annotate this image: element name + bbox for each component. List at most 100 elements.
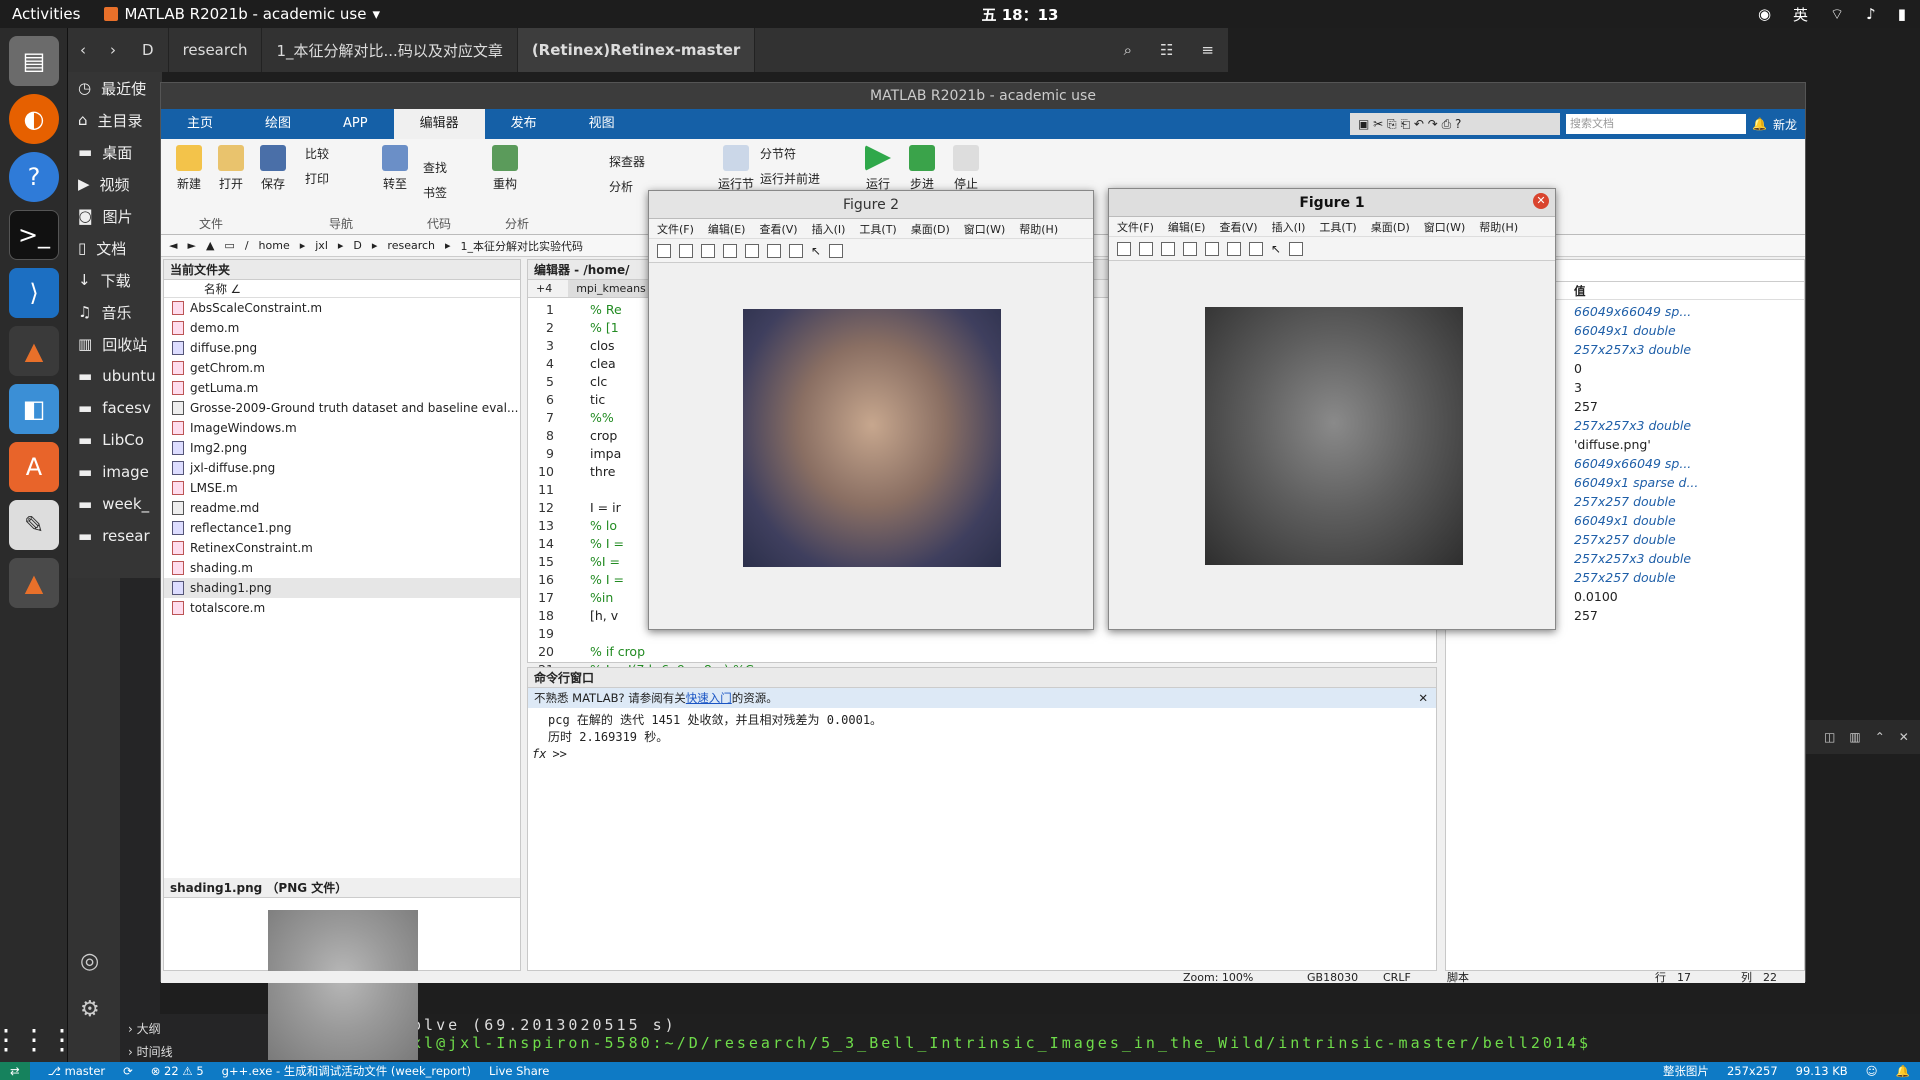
- tab-view[interactable]: 视图: [563, 109, 641, 139]
- sidebar-item-recent[interactable]: ◷ 最近使: [68, 72, 162, 104]
- hidden-tabs-count[interactable]: +4: [536, 280, 552, 297]
- path-tab-retinex[interactable]: (Retinex)Retinex-master: [517, 28, 756, 72]
- volume-icon[interactable]: ♪: [1866, 5, 1876, 23]
- menu-insert[interactable]: 插入(I): [1272, 219, 1306, 235]
- workspace-value[interactable]: 3: [1566, 378, 1804, 397]
- workspace-value[interactable]: 66049x66049 sp...: [1566, 302, 1804, 321]
- file-row[interactable]: getLuma.m: [164, 378, 520, 398]
- menu-help[interactable]: 帮助(H): [1019, 221, 1058, 237]
- workspace-value[interactable]: 257: [1566, 606, 1804, 625]
- file-row[interactable]: jxl-diffuse.png: [164, 458, 520, 478]
- section-break-button[interactable]: 分节符: [760, 145, 854, 162]
- sidebar-item-pictures[interactable]: ◙ 图片: [68, 200, 162, 232]
- property-editor-icon[interactable]: [1289, 241, 1304, 256]
- workspace-value[interactable]: 66049x1 double: [1566, 321, 1804, 340]
- image-view-mode[interactable]: 整张图片: [1663, 1063, 1709, 1079]
- legend-icon[interactable]: [1249, 241, 1263, 256]
- sidebar-item-ubuntu[interactable]: ▬ ubuntu: [68, 360, 162, 392]
- command-output[interactable]: pcg 在解的 迭代 1451 处收敛，并且相对残差为 0.0001。 历时 2…: [528, 708, 1436, 763]
- workspace-value[interactable]: 257: [1566, 397, 1804, 416]
- menu-edit[interactable]: 编辑(E): [708, 221, 746, 237]
- quick-start-link[interactable]: 快速入门: [686, 691, 732, 705]
- matlab-running-icon[interactable]: ▲: [9, 558, 59, 608]
- text-editor-icon[interactable]: ✎: [9, 500, 59, 550]
- feedback-icon[interactable]: ☺: [1866, 1064, 1878, 1078]
- editor-tab[interactable]: mpi_kmeans: [568, 280, 654, 297]
- path-tab-d[interactable]: D: [128, 28, 169, 72]
- menu-window[interactable]: 窗口(W): [964, 221, 1005, 237]
- stop-button[interactable]: 停止: [946, 145, 986, 192]
- run-section-button[interactable]: 运行节: [716, 145, 756, 192]
- profiler-button[interactable]: 探查器: [609, 153, 669, 170]
- path-tab-research[interactable]: research: [169, 28, 263, 72]
- link-icon[interactable]: [745, 243, 759, 258]
- file-row[interactable]: shading.m: [164, 558, 520, 578]
- task-status[interactable]: g++.exe - 生成和调试活动文件 (week_report): [222, 1063, 471, 1079]
- file-row[interactable]: RetinexConstraint.m: [164, 538, 520, 558]
- split-icon[interactable]: ◫: [1824, 730, 1835, 744]
- find-button[interactable]: 查找: [423, 159, 483, 176]
- tab-publish[interactable]: 发布: [485, 109, 563, 139]
- menu-icon[interactable]: ≡: [1187, 41, 1228, 59]
- crumb-jxl[interactable]: jxl: [315, 239, 328, 252]
- file-row[interactable]: shading1.png: [164, 578, 520, 598]
- file-row[interactable]: readme.md: [164, 498, 520, 518]
- app-store-icon[interactable]: A: [9, 442, 59, 492]
- sidebar-item-documents[interactable]: ▯ 文档: [68, 232, 162, 264]
- tab-apps[interactable]: APP: [317, 109, 394, 139]
- forward-icon[interactable]: ►: [187, 239, 195, 252]
- branch-status[interactable]: ⎇ master: [48, 1064, 105, 1078]
- save-icon[interactable]: [701, 243, 715, 258]
- sidebar-item-facesv[interactable]: ▬ facesv: [68, 392, 162, 424]
- terminal[interactable]: solve (69.2013020515 s) jxl@jxl-Inspiron…: [400, 1014, 1920, 1062]
- search-icon[interactable]: ⌕: [1110, 41, 1146, 59]
- ime-indicator[interactable]: 英: [1793, 4, 1808, 25]
- pointer-icon[interactable]: ↖: [811, 244, 821, 258]
- close-icon[interactable]: ✕: [1533, 193, 1549, 209]
- sidebar-item-libco[interactable]: ▬ LibCo: [68, 424, 162, 456]
- file-row[interactable]: Img2.png: [164, 438, 520, 458]
- notification-icon[interactable]: 🔔: [1896, 1064, 1910, 1078]
- menu-view[interactable]: 查看(V): [1219, 219, 1257, 235]
- forward-icon[interactable]: ›: [98, 41, 128, 59]
- menu-tools[interactable]: 工具(T): [859, 221, 896, 237]
- menu-desktop[interactable]: 桌面(D): [911, 221, 950, 237]
- settings-gear-icon[interactable]: ⚙: [80, 997, 100, 1022]
- menu-help[interactable]: 帮助(H): [1479, 219, 1518, 235]
- menu-file[interactable]: 文件(F): [657, 221, 694, 237]
- close-icon[interactable]: ✕: [1899, 730, 1909, 744]
- view-list-icon[interactable]: ☷: [1146, 41, 1187, 59]
- quick-access-toolbar[interactable]: ▣ ✂ ⎘ ⎗ ↶ ↷ ⎙ ?: [1350, 113, 1561, 135]
- up-folder-icon[interactable]: ▲: [206, 239, 214, 252]
- back-icon[interactable]: ◄: [169, 239, 177, 252]
- code-line[interactable]: 20 % if crop: [528, 643, 1436, 661]
- step-button[interactable]: 步进: [902, 145, 942, 192]
- sidebar-item-home[interactable]: ⌂ 主目录: [68, 104, 162, 136]
- file-row[interactable]: demo.m: [164, 318, 520, 338]
- trash-icon[interactable]: ▥: [1849, 730, 1860, 744]
- colorbar-icon[interactable]: [767, 243, 781, 258]
- system-tray[interactable]: ◉ 英 ⌔ ♪ ▮: [1758, 4, 1906, 25]
- open-icon[interactable]: [679, 243, 693, 258]
- tab-home[interactable]: 主页: [161, 109, 239, 139]
- file-row[interactable]: LMSE.m: [164, 478, 520, 498]
- compare-button[interactable]: 比较: [305, 145, 365, 162]
- workspace-value[interactable]: 0.0100: [1566, 587, 1804, 606]
- colorbar-icon[interactable]: [1227, 241, 1241, 256]
- print-icon[interactable]: [1183, 241, 1197, 256]
- tab-plots[interactable]: 绘图: [239, 109, 317, 139]
- file-row[interactable]: totalscore.m: [164, 598, 520, 618]
- clock[interactable]: 五 18：13: [960, 4, 1080, 25]
- activities-button[interactable]: Activities: [12, 5, 80, 23]
- sidebar-item-trash[interactable]: ▥ 回收站: [68, 328, 162, 360]
- menu-desktop[interactable]: 桌面(D): [1371, 219, 1410, 235]
- close-icon[interactable]: ✕: [1418, 688, 1428, 708]
- files-app-icon[interactable]: ▤: [9, 36, 59, 86]
- battery-icon[interactable]: ▮: [1898, 5, 1906, 23]
- new-figure-icon[interactable]: [1117, 241, 1131, 256]
- workspace-value[interactable]: 0: [1566, 359, 1804, 378]
- link-icon[interactable]: [1205, 241, 1219, 256]
- sidebar-item-research[interactable]: ▬ resear: [68, 520, 162, 552]
- workspace-value[interactable]: 257x257x3 double: [1566, 416, 1804, 435]
- file-row[interactable]: diffuse.png: [164, 338, 520, 358]
